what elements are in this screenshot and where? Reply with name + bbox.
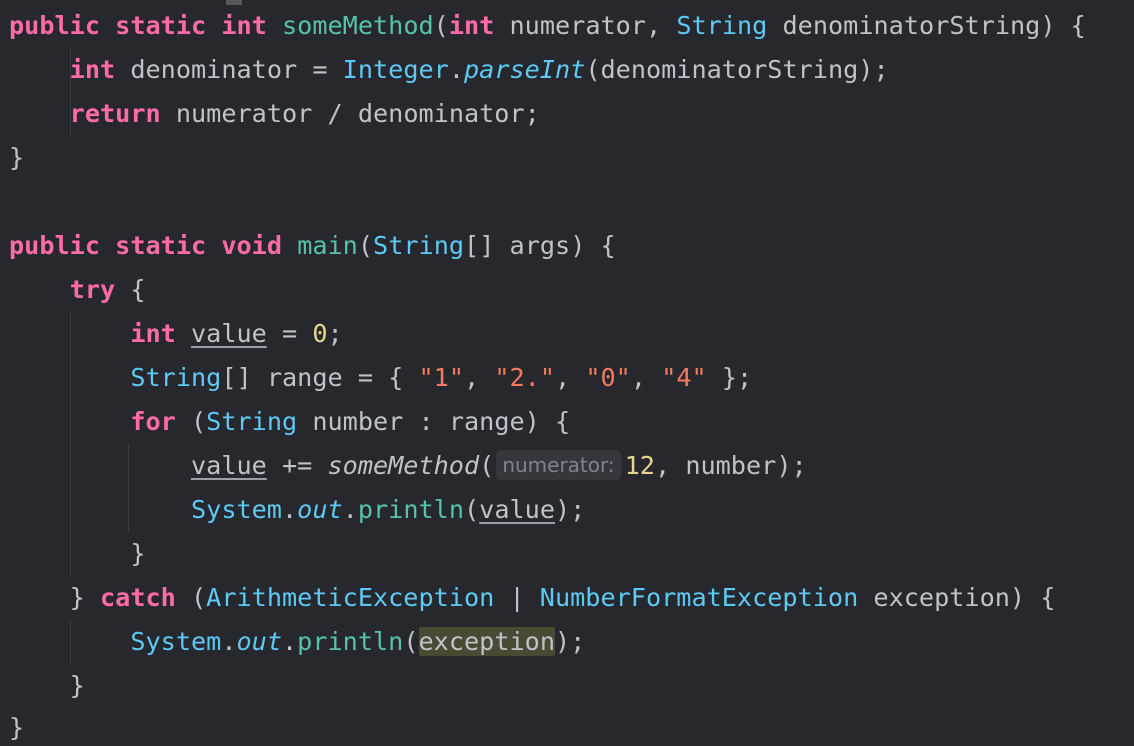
type-name: ArithmeticException (206, 583, 495, 612)
string-literal: "4" (661, 363, 707, 392)
string-literal: "0" (585, 363, 631, 392)
code-line[interactable]: for (String number : range) { (9, 402, 570, 442)
keyword: int (448, 11, 495, 40)
code-line[interactable]: } catch (ArithmeticException | NumberFor… (9, 578, 1056, 618)
identifier: denominator (357, 99, 525, 128)
identifier: denominator (130, 55, 298, 84)
keyword: try (69, 275, 116, 304)
identifier: denominatorString (600, 55, 859, 84)
code-line[interactable]: } (9, 138, 24, 178)
code-line[interactable]: return numerator / denominator; (9, 94, 540, 134)
keyword: int (69, 55, 116, 84)
type-name: String (206, 407, 298, 436)
type-name: String (676, 11, 768, 40)
identifier: numerator (175, 99, 313, 128)
keyword: void (221, 231, 283, 260)
identifier: value (191, 319, 267, 348)
code-line[interactable]: System.out.println(value); (9, 490, 585, 530)
number-literal: 0 (312, 319, 328, 348)
identifier: numerator (509, 11, 646, 40)
identifier: range (448, 407, 525, 436)
identifier: denominatorString (782, 11, 1041, 40)
code-line[interactable]: String[] range = { "1", "2.", "0", "4" }… (9, 358, 752, 398)
type-name: System (130, 627, 222, 656)
number-literal: 12 (624, 451, 655, 480)
highlighted-identifier: exception (418, 627, 555, 656)
string-literal: "2." (494, 363, 555, 392)
code-line[interactable]: value += someMethod(numerator: 12, number… (9, 446, 807, 486)
code-line[interactable]: } (9, 708, 24, 746)
keyword: int (130, 319, 176, 348)
keyword: return (69, 99, 161, 128)
field-access: out (297, 495, 343, 524)
keyword: static (115, 231, 207, 260)
method-name: someMethod (282, 11, 434, 40)
method-call: println (297, 627, 404, 656)
type-name: NumberFormatException (539, 583, 859, 612)
scroll-marker (226, 0, 242, 5)
method-call: parseInt (463, 55, 586, 84)
identifier: number (685, 451, 777, 480)
type-name: String (373, 231, 465, 260)
identifier: value (190, 451, 267, 480)
identifier: value (479, 495, 555, 524)
code-line[interactable]: } (9, 534, 145, 574)
keyword: catch (100, 583, 176, 612)
method-name: main (297, 231, 358, 260)
code-line[interactable]: } (9, 666, 85, 706)
identifier: range (266, 363, 343, 392)
code-editor[interactable]: public static int someMethod(int numerat… (0, 0, 1134, 746)
field-access: out (236, 627, 283, 656)
method-call: println (357, 495, 464, 524)
type-name: String (130, 363, 222, 392)
keyword: public (9, 231, 100, 260)
code-line[interactable]: System.out.println(exception); (9, 622, 585, 662)
code-line[interactable]: int denominator = Integer.parseInt(denom… (9, 50, 889, 90)
code-line[interactable]: try { (9, 270, 146, 310)
keyword: int (221, 11, 267, 40)
identifier: number (312, 407, 404, 436)
keyword: static (115, 11, 207, 40)
keyword: public (9, 11, 100, 40)
identifier: args (509, 231, 571, 260)
parameter-hint: numerator: (496, 450, 621, 480)
string-literal: "1" (418, 363, 464, 392)
identifier: exception (873, 583, 1010, 612)
method-call: someMethod (327, 451, 480, 480)
code-line[interactable]: int value = 0; (9, 314, 342, 354)
keyword: for (130, 407, 176, 436)
code-line[interactable]: public static void main(String[] args) { (9, 226, 616, 266)
type-name: Integer (342, 55, 449, 84)
code-line[interactable]: public static int someMethod(int numerat… (9, 6, 1086, 46)
type-name: System (190, 495, 282, 524)
